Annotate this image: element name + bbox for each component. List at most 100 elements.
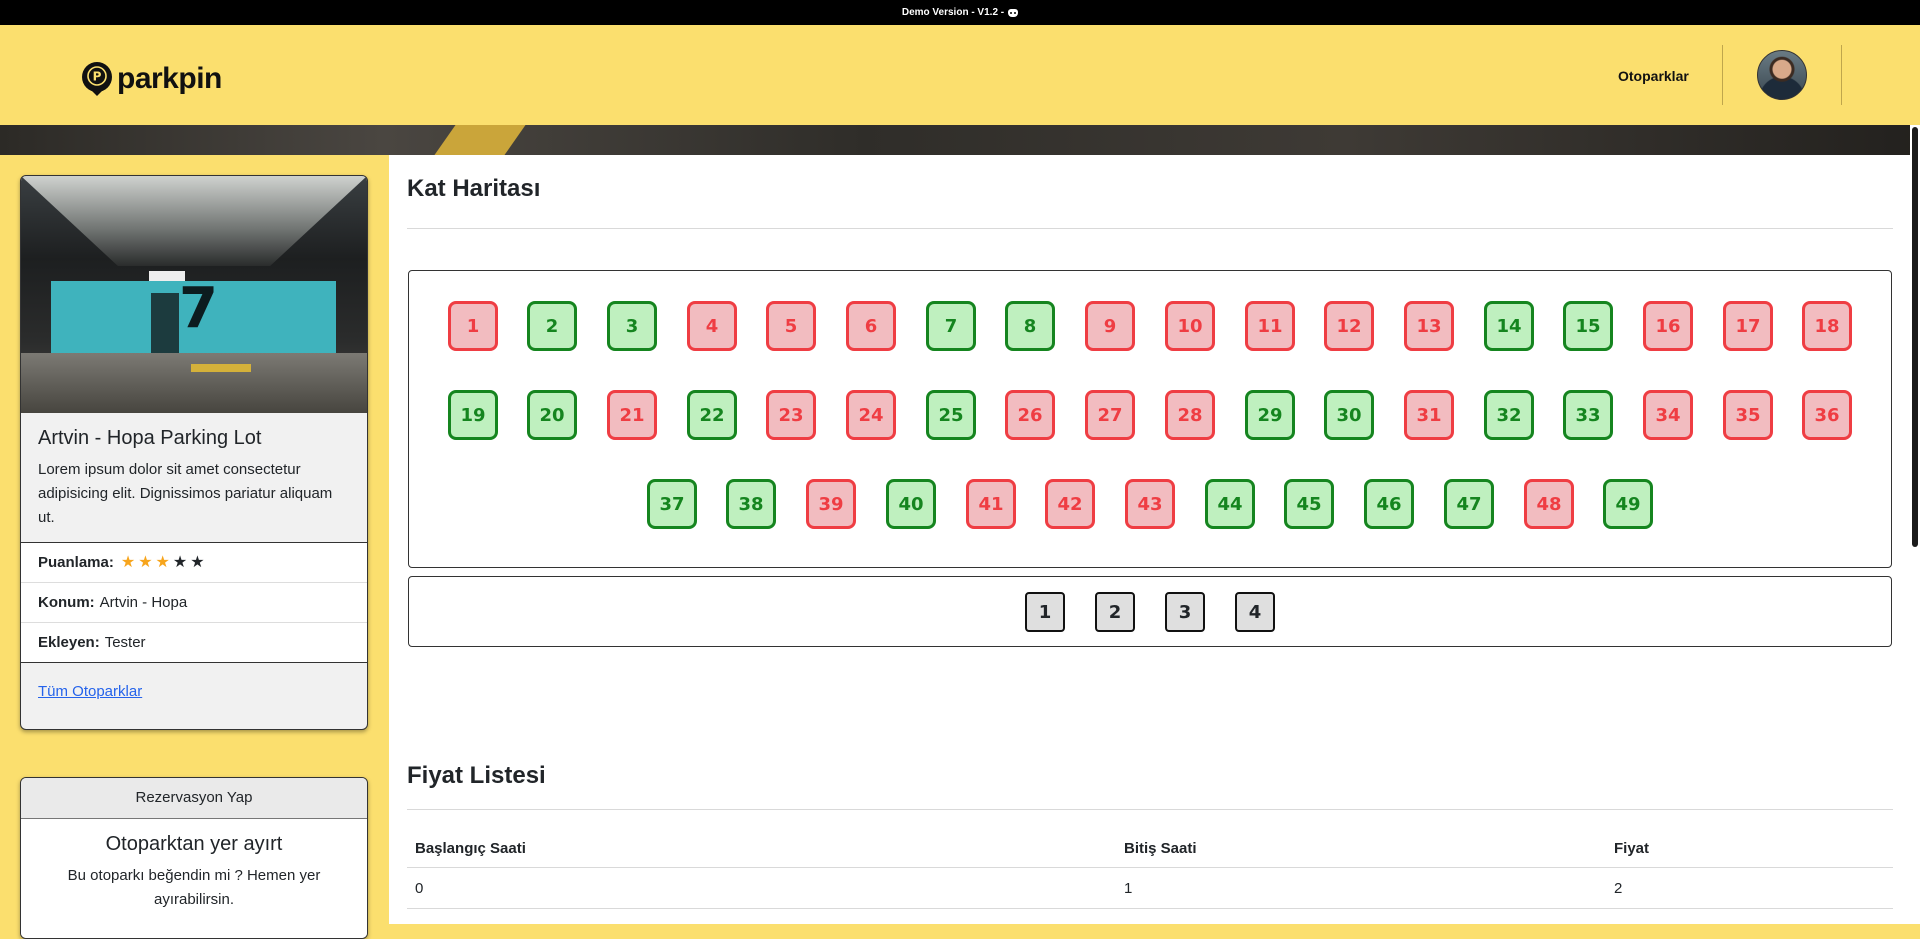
parking-slot-45[interactable]: 45 [1284,479,1334,529]
star-icon: ★ [138,553,153,571]
floor-button-4[interactable]: 4 [1235,592,1275,632]
parking-slot-34[interactable]: 34 [1643,390,1693,440]
star-icon: ★ [120,553,136,571]
floor-map: 1 2 3 4 5 6 7 8 9 10 11 12 13 14 15 16 17 18 19 20 21 22 23 24 2… [408,270,1892,568]
rating-stars: ★ ★ ★ ★ ★ [120,553,205,571]
brand-name: parkpin [117,62,222,95]
parking-slot-12[interactable]: 12 [1324,301,1374,351]
parking-slot-23[interactable]: 23 [766,390,816,440]
parking-slot-25[interactable]: 25 [926,390,976,440]
hero-background [0,125,1920,155]
added-by-label: Ekleyen: [38,634,100,651]
added-by-row: Ekleyen: Tester [21,623,367,663]
parking-pin-icon: P [82,62,112,96]
parking-slot-42[interactable]: 42 [1045,479,1095,529]
floor-button-1[interactable]: 1 [1025,592,1065,632]
parking-slot-15[interactable]: 15 [1563,301,1613,351]
navbar: P parkpin Otoparklar [0,25,1920,125]
parking-lot-image: 7 [21,176,367,413]
parking-slot-39[interactable]: 39 [806,479,856,529]
parking-slot-24[interactable]: 24 [846,390,896,440]
reservation-title: Otoparktan yer ayırt [105,833,283,855]
price-table: Başlangıç Saati Bitiş Saati Fiyat 0 1 2 [407,829,1893,909]
parking-slot-33[interactable]: 33 [1563,390,1613,440]
parking-slot-19[interactable]: 19 [448,390,498,440]
parking-slot-10[interactable]: 10 [1165,301,1215,351]
parking-slot-2[interactable]: 2 [527,301,577,351]
divider [407,228,1893,229]
price-table-header-row: Başlangıç Saati Bitiş Saati Fiyat [407,829,1893,868]
parking-slot-32[interactable]: 32 [1484,390,1534,440]
parking-slot-5[interactable]: 5 [766,301,816,351]
avatar[interactable] [1757,50,1807,100]
parking-slot-9[interactable]: 9 [1085,301,1135,351]
scrollbar-thumb[interactable] [1912,127,1918,547]
parking-info-card: 7 Artvin - Hopa Parking Lot Lorem ipsum … [20,175,368,730]
table-row: 0 1 2 [407,867,1893,909]
parking-slot-20[interactable]: 20 [527,390,577,440]
location-value: Artvin - Hopa [99,594,188,611]
table-cell: 2 [1606,867,1893,909]
parking-slot-44[interactable]: 44 [1205,479,1255,529]
parking-slot-26[interactable]: 26 [1005,390,1055,440]
nav-divider [1841,45,1842,105]
discord-icon[interactable] [1008,8,1019,17]
reservation-card: Rezervasyon Yap Otoparktan yer ayırt Bu … [20,777,368,939]
parking-slot-43[interactable]: 43 [1125,479,1175,529]
parking-slot-4[interactable]: 4 [687,301,737,351]
parking-title: Artvin - Hopa Parking Lot [38,427,262,449]
demo-banner: Demo Version - V1.2 - [0,0,1920,25]
parking-slot-41[interactable]: 41 [966,479,1016,529]
parking-slot-21[interactable]: 21 [607,390,657,440]
floor-button-3[interactable]: 3 [1165,592,1205,632]
parking-slot-37[interactable]: 37 [647,479,697,529]
parking-slot-11[interactable]: 11 [1245,301,1295,351]
parking-slot-36[interactable]: 36 [1802,390,1852,440]
parking-slot-38[interactable]: 38 [726,479,776,529]
svg-text:P: P [93,70,102,84]
parking-card-body: Artvin - Hopa Parking Lot Lorem ipsum do… [21,413,367,543]
parking-slot-30[interactable]: 30 [1324,390,1374,440]
parking-slot-27[interactable]: 27 [1085,390,1135,440]
table-cell: 1 [1116,867,1606,909]
all-parking-lots-link[interactable]: Tüm Otoparklar [38,683,142,700]
star-icon: ★ [155,553,170,571]
rating-row: Puanlama: ★ ★ ★ ★ ★ [21,543,367,583]
parking-slot-40[interactable]: 40 [886,479,936,529]
parking-slot-7[interactable]: 7 [926,301,976,351]
parking-slot-13[interactable]: 13 [1404,301,1454,351]
parking-slot-22[interactable]: 22 [687,390,737,440]
parking-slot-17[interactable]: 17 [1723,301,1773,351]
floor-button-2[interactable]: 2 [1095,592,1135,632]
divider [407,809,1893,810]
parking-slot-35[interactable]: 35 [1723,390,1773,440]
demo-banner-text: Demo Version - V1.2 - [901,7,1005,18]
nav-divider [1722,45,1723,105]
parking-slot-18[interactable]: 18 [1802,301,1852,351]
reservation-header: Rezervasyon Yap [21,778,367,819]
parking-slot-48[interactable]: 48 [1524,479,1574,529]
location-label: Konum: [38,594,95,611]
nav-link-otoparklar[interactable]: Otoparklar [1618,68,1689,84]
parking-description: Lorem ipsum dolor sit amet consectetur a… [38,461,333,526]
price-list-title: Fiyat Listesi [407,762,546,789]
parking-slot-6[interactable]: 6 [846,301,896,351]
parking-slot-29[interactable]: 29 [1245,390,1295,440]
floor-selector: 1234 [408,576,1892,647]
star-icon: ★ [190,553,205,571]
parking-slot-16[interactable]: 16 [1643,301,1693,351]
parking-slot-3[interactable]: 3 [607,301,657,351]
brand-logo[interactable]: P parkpin [79,61,222,97]
parking-slot-31[interactable]: 31 [1404,390,1454,440]
parking-slot-28[interactable]: 28 [1165,390,1215,440]
parking-slot-47[interactable]: 47 [1444,479,1494,529]
parking-slot-49[interactable]: 49 [1603,479,1653,529]
reservation-text: Bu otoparkı beğendin mi ? Hemen yer ayır… [67,867,321,908]
parking-slot-1[interactable]: 1 [448,301,498,351]
parking-card-footer: Tüm Otoparklar [21,663,367,720]
table-cell: 0 [407,867,1116,909]
col-price: Fiyat [1606,829,1893,868]
parking-slot-46[interactable]: 46 [1364,479,1414,529]
parking-slot-8[interactable]: 8 [1005,301,1055,351]
parking-slot-14[interactable]: 14 [1484,301,1534,351]
